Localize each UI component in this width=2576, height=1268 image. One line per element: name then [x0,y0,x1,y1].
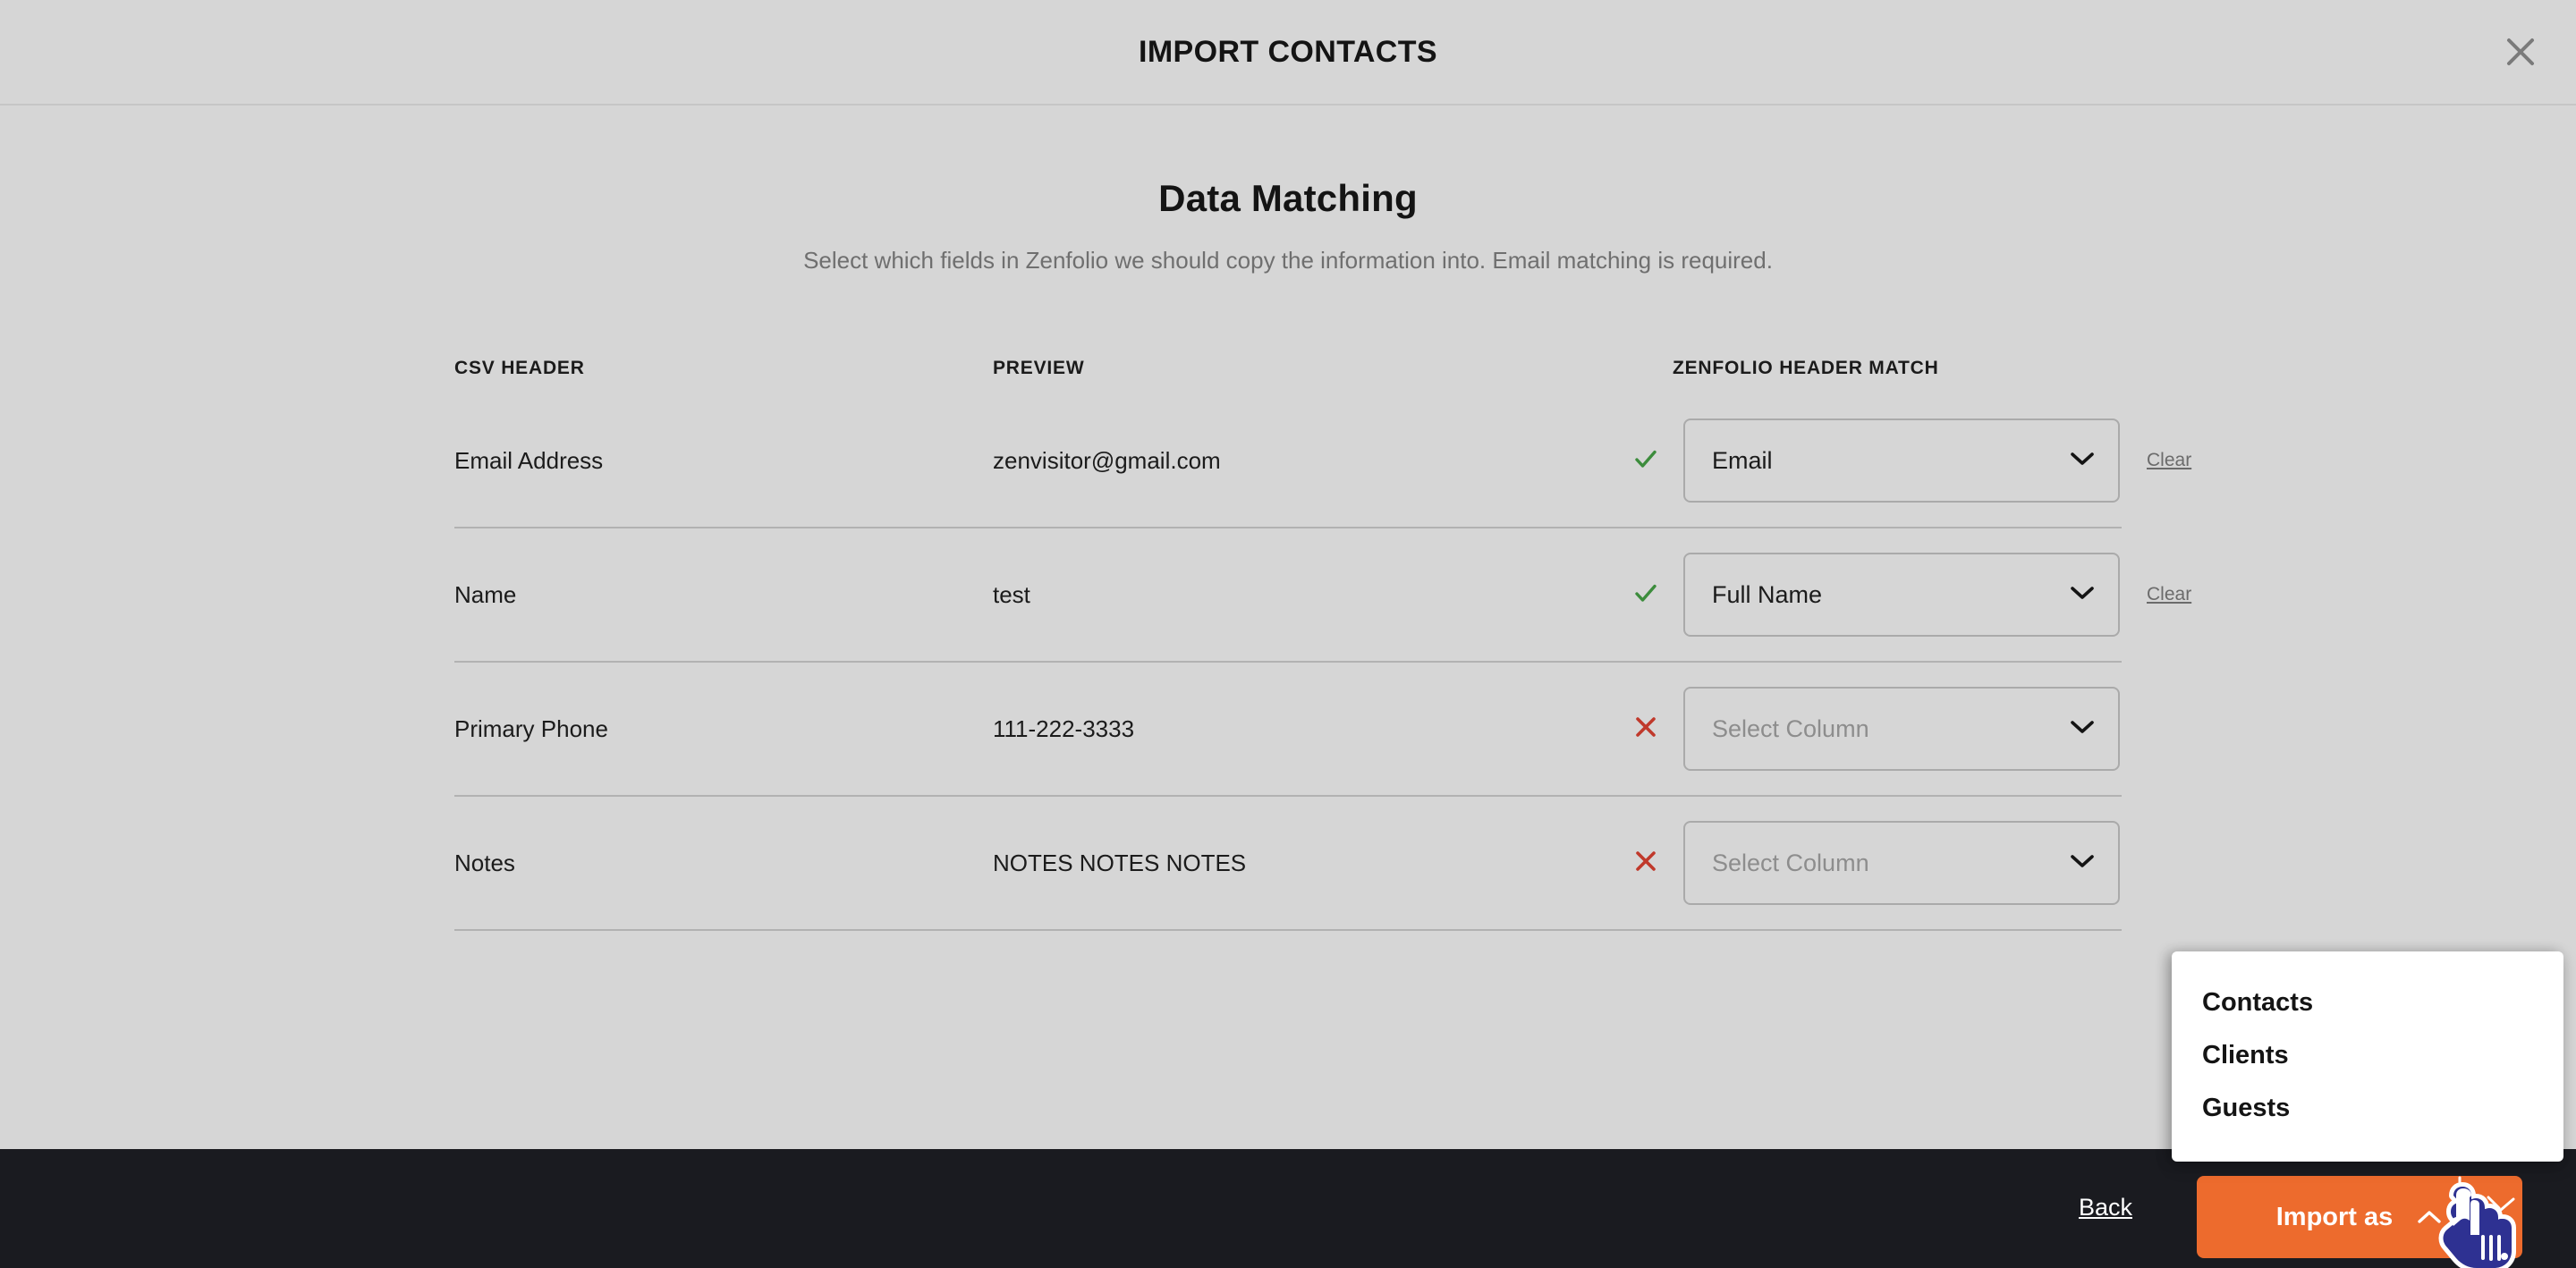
column-header-csv: CSV HEADER [454,358,585,378]
zenfolio-match-select[interactable]: Email [1683,418,2120,503]
menu-item-clients[interactable]: Clients [2172,1029,2563,1082]
chevron-down-icon [2070,853,2095,874]
menu-item-guests[interactable]: Guests [2172,1082,2563,1135]
zenfolio-match-select-wrapper: Full Name [1673,553,2120,637]
column-header-match: ZENFOLIO HEADER MATCH [1673,358,1939,378]
select-value: Email [1712,446,1773,474]
status-badge [1619,445,1673,477]
modal-footer: Back Import as [0,1149,2576,1268]
csv-header-value: Notes [454,849,515,876]
table-row: Name test Full Name Clear [454,528,2191,663]
select-value: Select Column [1712,714,1869,742]
column-header-preview: PREVIEW [993,358,1085,378]
import-as-label: Import as [2275,1202,2394,1231]
status-badge [1619,715,1673,743]
clear-cell: Clear [2120,584,2191,605]
x-icon [1634,715,1657,743]
preview-value: NOTES NOTES NOTES [993,849,1247,876]
page-title: IMPORT CONTACTS [1138,35,1437,69]
menu-item-contacts[interactable]: Contacts [2172,976,2563,1029]
zenfolio-match-select-wrapper: Email [1673,418,2120,503]
zenfolio-match-select[interactable]: Select Column [1683,687,2120,771]
check-icon [1632,579,1659,611]
zenfolio-match-select-wrapper: Select Column [1673,687,2120,771]
x-icon [1634,850,1657,877]
clear-link[interactable]: Clear [2147,450,2191,470]
status-badge [1619,850,1673,877]
table-row: Notes NOTES NOTES NOTES Select Column [454,797,2122,931]
back-link[interactable]: Back [2079,1194,2132,1222]
preview-value: 111-222-3333 [993,714,1135,742]
zenfolio-match-select-wrapper: Select Column [1673,821,2120,905]
csv-header-value: Email Address [454,446,604,474]
import-as-menu: Contacts Clients Guests [2172,951,2563,1162]
table-row: Email Address zenvisitor@gmail.com Email [454,394,2191,528]
clear-link[interactable]: Clear [2147,584,2191,604]
csv-header-value: Name [454,580,517,608]
zenfolio-match-select[interactable]: Select Column [1683,821,2120,905]
chevron-up-icon [2416,1203,2443,1232]
check-icon [1632,445,1659,477]
import-as-button[interactable]: Import as [2197,1176,2522,1258]
select-value: Full Name [1712,580,1823,608]
section-heading: Data Matching [1158,177,1418,219]
preview-value: test [993,580,1030,608]
csv-header-value: Primary Phone [454,714,608,742]
data-matching-table: CSV HEADER PREVIEW ZENFOLIO HEADER MATCH… [454,342,2191,931]
select-value: Select Column [1712,849,1869,876]
chevron-down-icon [2070,451,2095,471]
status-badge [1619,579,1673,611]
chevron-down-icon [2070,585,2095,605]
zenfolio-match-select[interactable]: Full Name [1683,553,2120,637]
clear-cell: Clear [2120,450,2191,471]
section-subheading: Select which fields in Zenfolio we shoul… [803,247,1773,274]
chevron-down-icon [2070,719,2095,740]
close-button[interactable] [2496,28,2545,76]
table-header-row: CSV HEADER PREVIEW ZENFOLIO HEADER MATCH [454,342,2122,394]
table-row: Primary Phone 111-222-3333 Select Column [454,663,2122,797]
close-icon [2505,37,2536,67]
modal-header: IMPORT CONTACTS [0,0,2576,106]
preview-value: zenvisitor@gmail.com [993,446,1221,474]
